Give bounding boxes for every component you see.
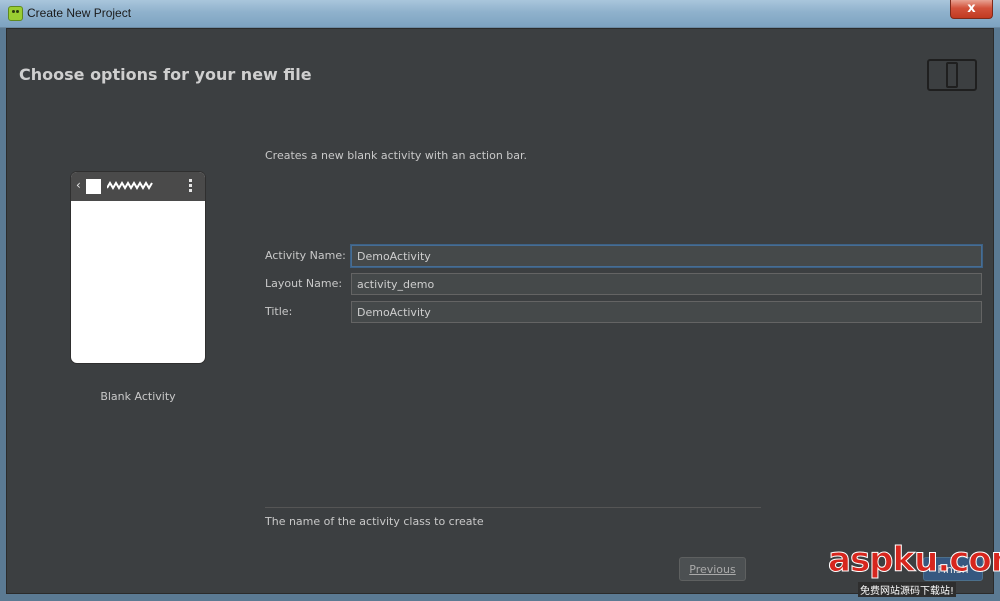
layout-name-input[interactable] [351, 273, 982, 295]
title-input[interactable] [351, 301, 982, 323]
separator [265, 507, 761, 508]
watermark: aspku.com 免费网站源码下载站! [827, 540, 1000, 598]
window-close-button[interactable]: x [950, 0, 993, 19]
title-placeholder-icon [107, 181, 153, 190]
android-studio-icon [8, 6, 23, 21]
overflow-menu-icon [189, 179, 193, 195]
window-titlebar[interactable]: Create New Project x [0, 0, 1000, 28]
activity-name-input[interactable] [351, 245, 982, 267]
title-label: Title: [265, 305, 293, 318]
layout-name-label: Layout Name: [265, 277, 343, 290]
phone-icon [946, 62, 958, 88]
watermark-subtitle: 免费网站源码下载站! [858, 582, 957, 597]
activity-name-label: Activity Name: [265, 249, 346, 262]
create-project-dialog: Choose options for your new file ‹ Blank… [6, 28, 994, 594]
back-chevron-icon: ‹ [76, 178, 81, 192]
preview-action-bar: ‹ [71, 172, 205, 201]
app-icon [86, 179, 101, 194]
window-title: Create New Project [27, 6, 132, 20]
field-hint: The name of the activity class to create [265, 515, 484, 528]
previous-button[interactable]: Previous [679, 557, 746, 581]
watermark-logo: aspku.com [827, 540, 1000, 581]
template-description: Creates a new blank activity with an act… [265, 149, 528, 162]
template-name: Blank Activity [100, 390, 176, 403]
page-title: Choose options for your new file [19, 65, 312, 84]
activity-preview: ‹ [71, 172, 205, 363]
device-icon [927, 59, 977, 91]
